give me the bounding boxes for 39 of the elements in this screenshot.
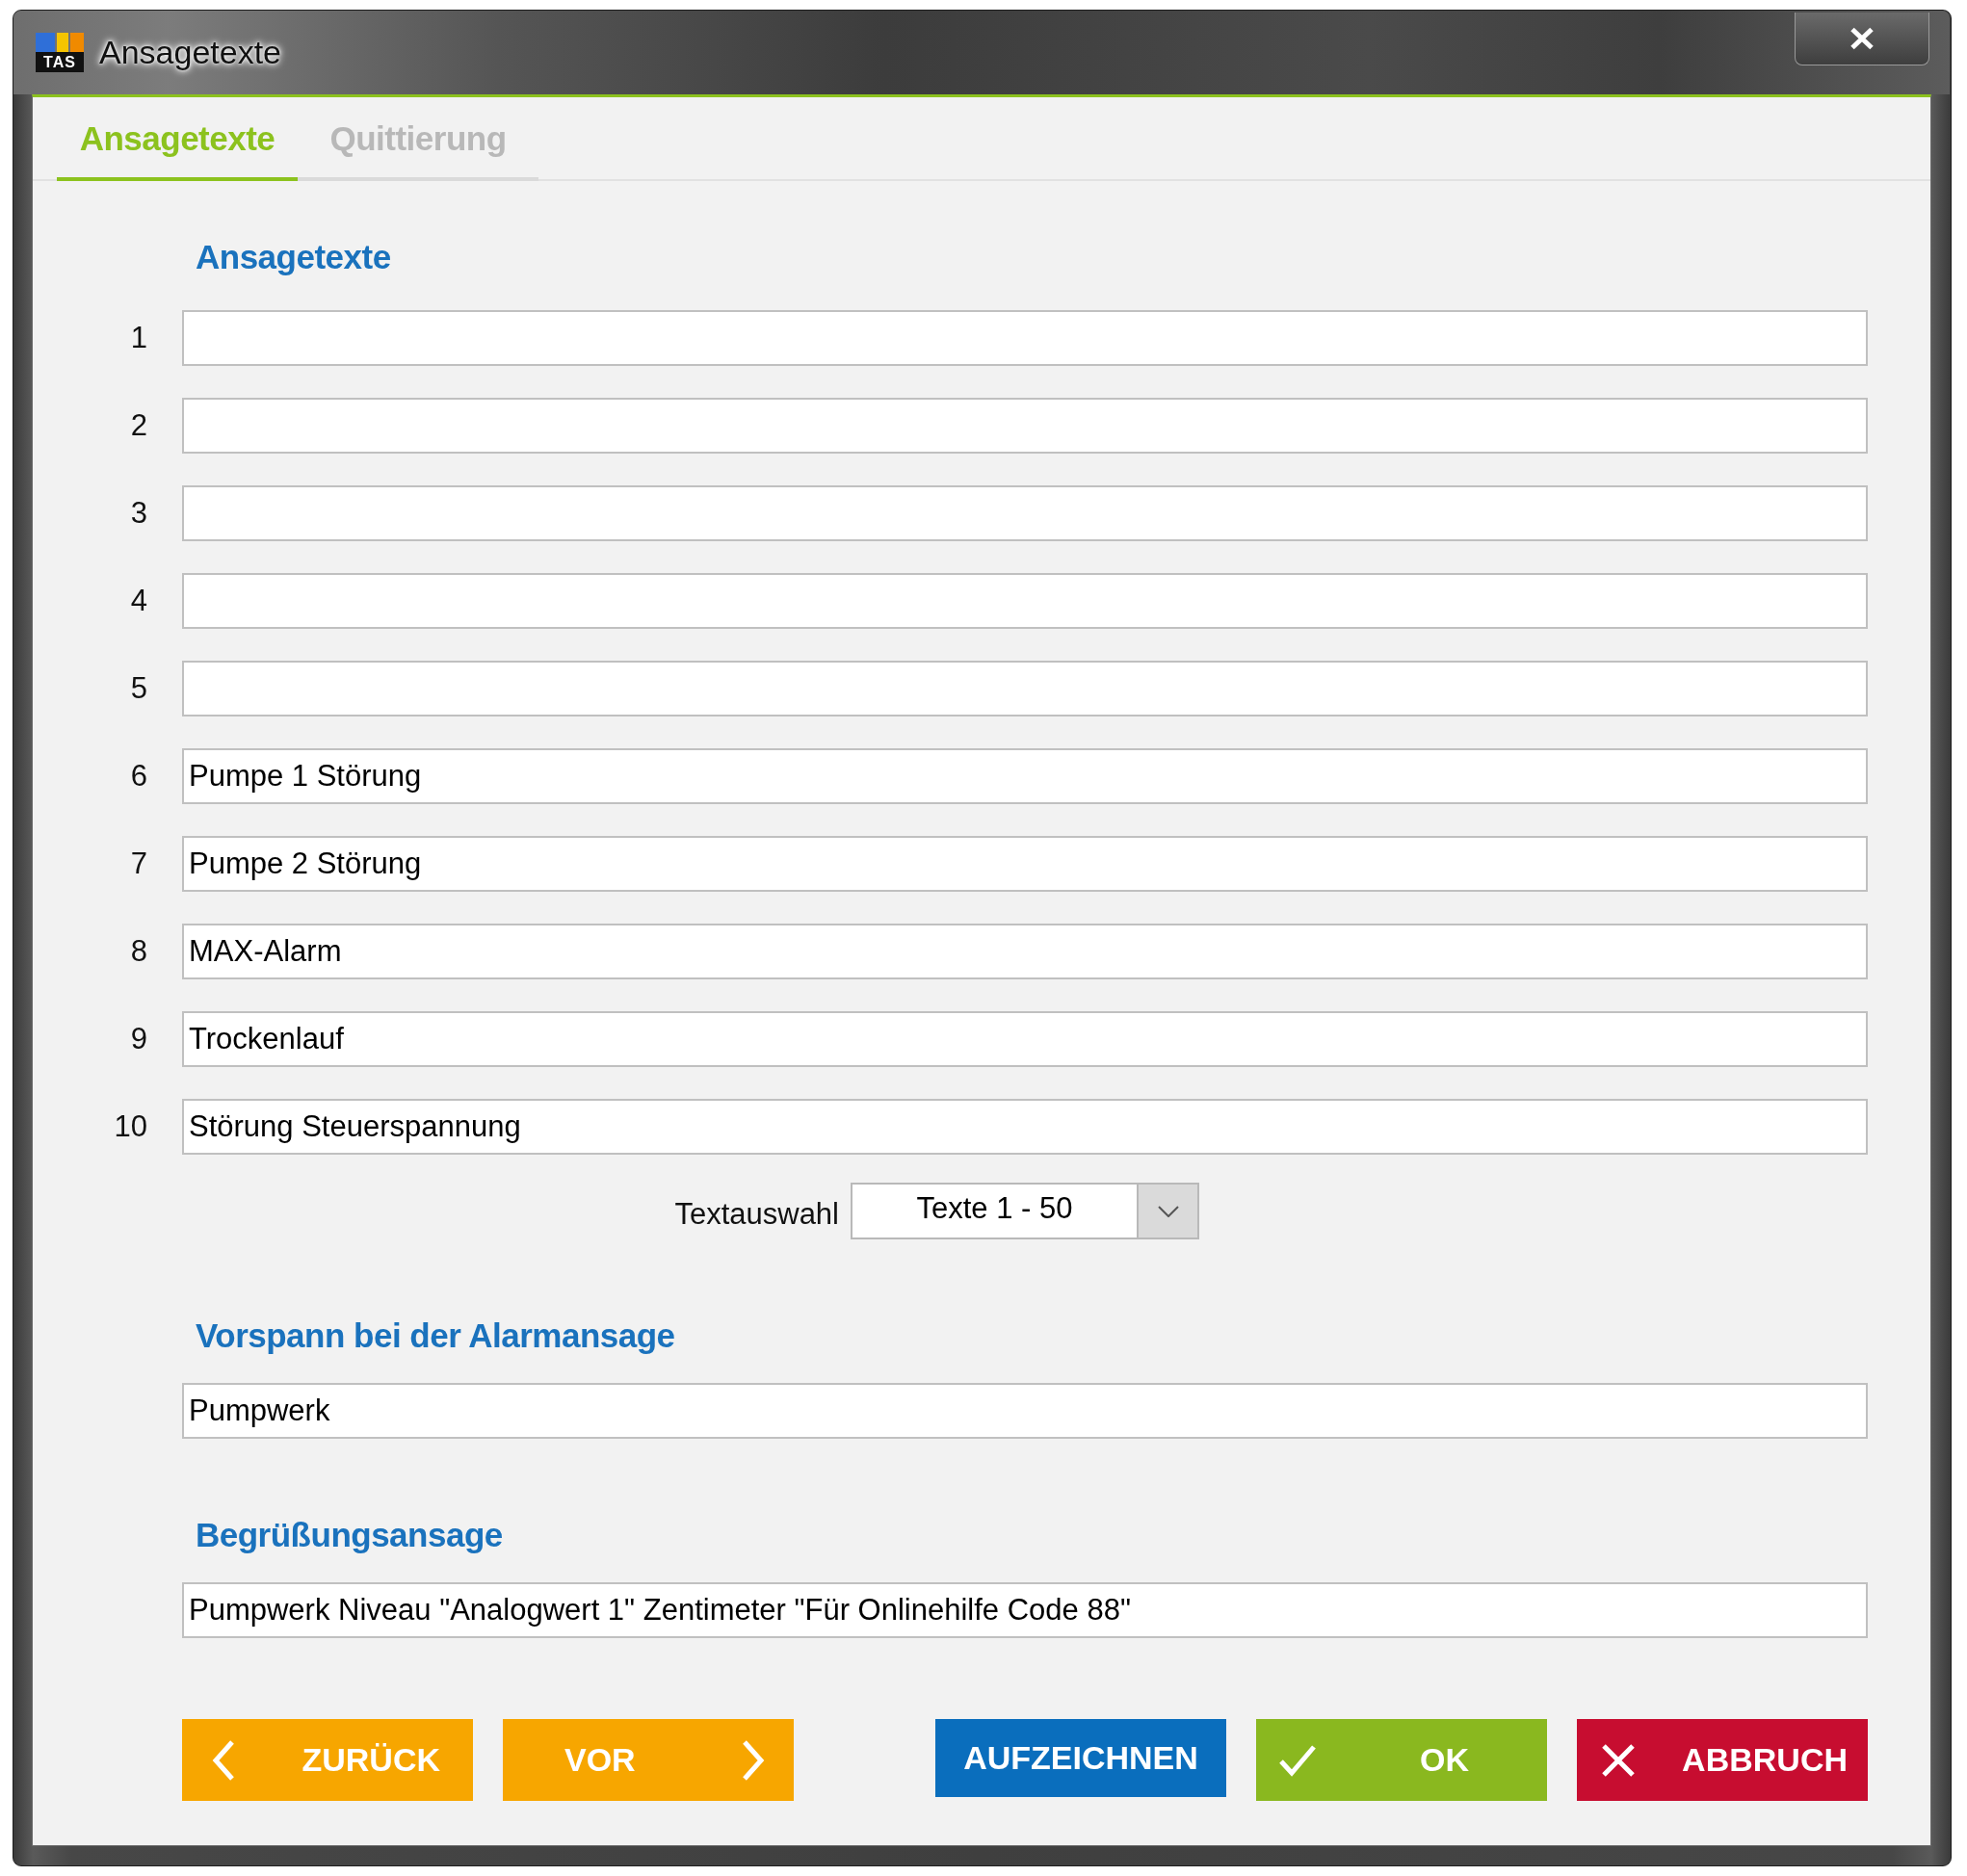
cross-icon	[1601, 1742, 1636, 1778]
text-field[interactable]: Störung Steuerspannung	[182, 1099, 1868, 1155]
checkmark-icon	[1278, 1743, 1317, 1777]
row-number: 10	[114, 1109, 147, 1144]
chevron-down-icon	[1157, 1205, 1179, 1217]
chevron-left-icon	[212, 1738, 235, 1782]
row-number: 4	[130, 584, 147, 618]
text-field[interactable]: MAX-Alarm	[182, 924, 1868, 979]
text-field[interactable]	[182, 485, 1868, 541]
row-number: 3	[130, 496, 147, 531]
field-label: Textauswahl	[674, 1196, 839, 1232]
text-field[interactable]	[182, 310, 1868, 366]
app-logo: TAS	[36, 33, 84, 72]
row-number: 5	[130, 671, 147, 706]
row-number: 2	[130, 408, 147, 443]
text-field[interactable]: Pumpwerk Niveau "Analogwert 1" Zentimeter "Für Onlinehilfe Code 88"	[182, 1582, 1868, 1638]
section-heading: Begrüßungsansage	[196, 1516, 503, 1554]
row-number: 7	[130, 847, 147, 881]
row-number: 6	[130, 759, 147, 794]
text-field[interactable]: Pumpe 1 Störung	[182, 748, 1868, 804]
window-title: Ansagetexte	[99, 34, 282, 71]
chevron-right-icon	[742, 1738, 765, 1782]
row-number: 8	[130, 934, 147, 969]
text-field[interactable]	[182, 398, 1868, 454]
dropdown-button[interactable]	[1137, 1185, 1197, 1238]
row-number: 1	[130, 321, 147, 355]
section-heading: Ansagetexte	[196, 238, 391, 276]
record-button[interactable]: AUFZEICHNEN	[935, 1719, 1226, 1797]
text-field[interactable]: Pumpwerk	[182, 1383, 1868, 1439]
text-selection-dropdown[interactable]: Texte 1 - 50	[851, 1183, 1199, 1239]
cancel-button[interactable]: ABBRUCH	[1577, 1719, 1868, 1801]
text-field[interactable]	[182, 661, 1868, 717]
close-icon	[1849, 27, 1875, 50]
close-button[interactable]	[1795, 13, 1929, 65]
text-field[interactable]: Trockenlauf	[182, 1011, 1868, 1067]
text-field[interactable]	[182, 573, 1868, 629]
row-number: 9	[130, 1022, 147, 1056]
section-heading: Vorspann bei der Alarmansage	[196, 1316, 675, 1355]
text-field[interactable]: Pumpe 2 Störung	[182, 836, 1868, 892]
